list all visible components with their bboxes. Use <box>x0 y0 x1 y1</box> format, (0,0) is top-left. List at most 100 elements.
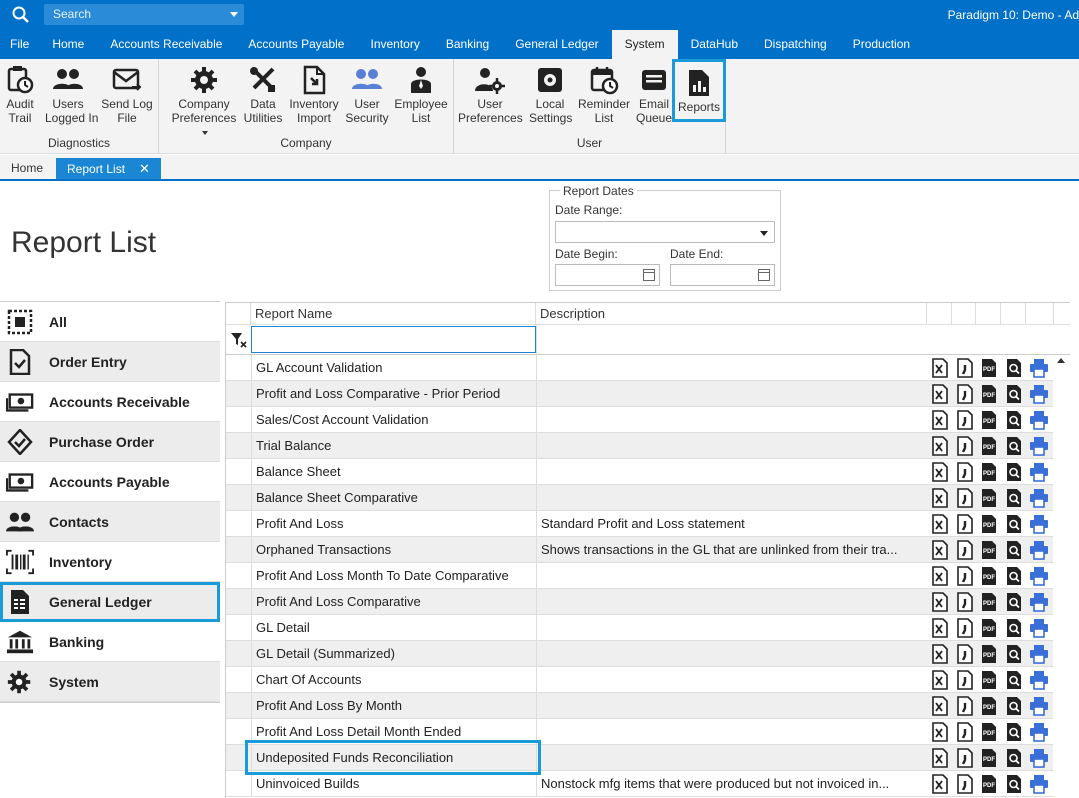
description-cell[interactable] <box>536 355 927 381</box>
table-row[interactable]: GL Detail PDF <box>226 615 1070 641</box>
description-cell[interactable] <box>536 641 927 667</box>
search-icon[interactable] <box>11 5 31 25</box>
user-security-button[interactable]: User Security <box>343 59 391 125</box>
column-header-report-name[interactable]: Report Name <box>251 303 536 325</box>
excel-icon[interactable] <box>930 410 950 430</box>
print-icon[interactable] <box>1029 462 1049 482</box>
row-indicator[interactable] <box>226 589 251 615</box>
pdf-icon[interactable]: PDF <box>979 566 999 586</box>
pdf-icon[interactable]: PDF <box>979 618 999 638</box>
table-row[interactable]: Balance Sheet Comparative PDF <box>226 485 1070 511</box>
word-icon[interactable] <box>955 358 975 378</box>
sidebar-item-system[interactable]: System <box>0 662 220 702</box>
description-cell[interactable] <box>536 745 927 771</box>
preview-icon[interactable] <box>1004 748 1024 768</box>
print-icon[interactable] <box>1029 358 1049 378</box>
menu-general-ledger[interactable]: General Ledger <box>502 30 611 59</box>
excel-icon[interactable] <box>930 358 950 378</box>
row-indicator[interactable] <box>226 511 251 537</box>
word-icon[interactable] <box>955 514 975 534</box>
word-icon[interactable] <box>955 488 975 508</box>
table-row[interactable]: GL Detail (Summarized) PDF <box>226 641 1070 667</box>
row-indicator[interactable] <box>226 693 251 719</box>
pdf-icon[interactable]: PDF <box>979 540 999 560</box>
preview-icon[interactable] <box>1004 722 1024 742</box>
menu-file[interactable]: File <box>0 30 39 59</box>
calendar-icon[interactable] <box>758 269 770 281</box>
data-utilities-button[interactable]: Data Utilities <box>243 59 283 125</box>
excel-icon[interactable] <box>930 722 950 742</box>
print-icon[interactable] <box>1029 748 1049 768</box>
excel-icon[interactable] <box>930 488 950 508</box>
description-cell[interactable] <box>536 381 927 407</box>
description-cell[interactable] <box>536 667 927 693</box>
menu-production[interactable]: Production <box>840 30 923 59</box>
word-icon[interactable] <box>955 670 975 690</box>
pdf-icon[interactable]: PDF <box>979 514 999 534</box>
table-row[interactable]: Orphaned Transactions Shows transactions … <box>226 537 1070 563</box>
row-indicator[interactable] <box>226 433 251 459</box>
pdf-icon[interactable]: PDF <box>979 410 999 430</box>
table-row[interactable]: Profit And Loss Comparative PDF <box>226 589 1070 615</box>
word-icon[interactable] <box>955 644 975 664</box>
excel-icon[interactable] <box>930 462 950 482</box>
word-icon[interactable] <box>955 696 975 716</box>
sidebar-item-banking[interactable]: Banking <box>0 622 220 662</box>
preview-icon[interactable] <box>1004 384 1024 404</box>
menu-accounts-receivable[interactable]: Accounts Receivable <box>97 30 235 59</box>
print-icon[interactable] <box>1029 670 1049 690</box>
word-icon[interactable] <box>955 540 975 560</box>
word-icon[interactable] <box>955 436 975 456</box>
preview-icon[interactable] <box>1004 592 1024 612</box>
row-indicator[interactable] <box>226 563 251 589</box>
vertical-scrollbar[interactable] <box>1053 356 1070 798</box>
description-cell[interactable]: Standard Profit and Loss statement <box>536 511 927 537</box>
excel-icon[interactable] <box>930 696 950 716</box>
preview-icon[interactable] <box>1004 540 1024 560</box>
description-cell[interactable] <box>536 615 927 641</box>
sidebar-item-inventory[interactable]: Inventory <box>0 542 220 582</box>
description-cell[interactable] <box>536 719 927 745</box>
pdf-icon[interactable]: PDF <box>979 384 999 404</box>
row-indicator[interactable] <box>226 485 251 511</box>
row-indicator[interactable] <box>226 667 251 693</box>
pdf-icon[interactable]: PDF <box>979 436 999 456</box>
menu-accounts-payable[interactable]: Accounts Payable <box>235 30 357 59</box>
description-cell[interactable] <box>536 407 927 433</box>
date-range-select[interactable] <box>555 221 775 243</box>
print-icon[interactable] <box>1029 514 1049 534</box>
excel-icon[interactable] <box>930 774 950 794</box>
description-cell[interactable] <box>536 693 927 719</box>
clear-filter-icon[interactable] <box>230 331 248 349</box>
sidebar-item-contacts[interactable]: Contacts <box>0 502 220 542</box>
pdf-icon[interactable]: PDF <box>979 488 999 508</box>
menu-banking[interactable]: Banking <box>433 30 502 59</box>
menu-inventory[interactable]: Inventory <box>357 30 432 59</box>
preview-icon[interactable] <box>1004 696 1024 716</box>
preview-icon[interactable] <box>1004 566 1024 586</box>
word-icon[interactable] <box>955 722 975 742</box>
date-end-input[interactable] <box>670 264 775 286</box>
description-cell[interactable] <box>536 485 927 511</box>
preview-icon[interactable] <box>1004 670 1024 690</box>
word-icon[interactable] <box>955 748 975 768</box>
excel-icon[interactable] <box>930 670 950 690</box>
preview-icon[interactable] <box>1004 462 1024 482</box>
scroll-up-arrow-icon[interactable] <box>1057 358 1065 363</box>
company-preferences-button[interactable]: Company Preferences <box>169 59 239 139</box>
description-cell[interactable] <box>536 459 927 485</box>
excel-icon[interactable] <box>930 566 950 586</box>
pdf-icon[interactable]: PDF <box>979 670 999 690</box>
word-icon[interactable] <box>955 384 975 404</box>
pdf-icon[interactable]: PDF <box>979 722 999 742</box>
report-name-cell[interactable]: Profit and Loss Comparative - Prior Peri… <box>251 381 536 407</box>
excel-icon[interactable] <box>930 592 950 612</box>
row-indicator[interactable] <box>226 641 251 667</box>
table-row[interactable]: Profit And Loss By Month PDF <box>226 693 1070 719</box>
excel-icon[interactable] <box>930 540 950 560</box>
chevron-down-icon[interactable] <box>760 231 768 236</box>
preview-icon[interactable] <box>1004 410 1024 430</box>
print-icon[interactable] <box>1029 488 1049 508</box>
reports-button[interactable]: Reports <box>672 59 726 122</box>
inventory-import-button[interactable]: Inventory Import <box>287 59 341 125</box>
